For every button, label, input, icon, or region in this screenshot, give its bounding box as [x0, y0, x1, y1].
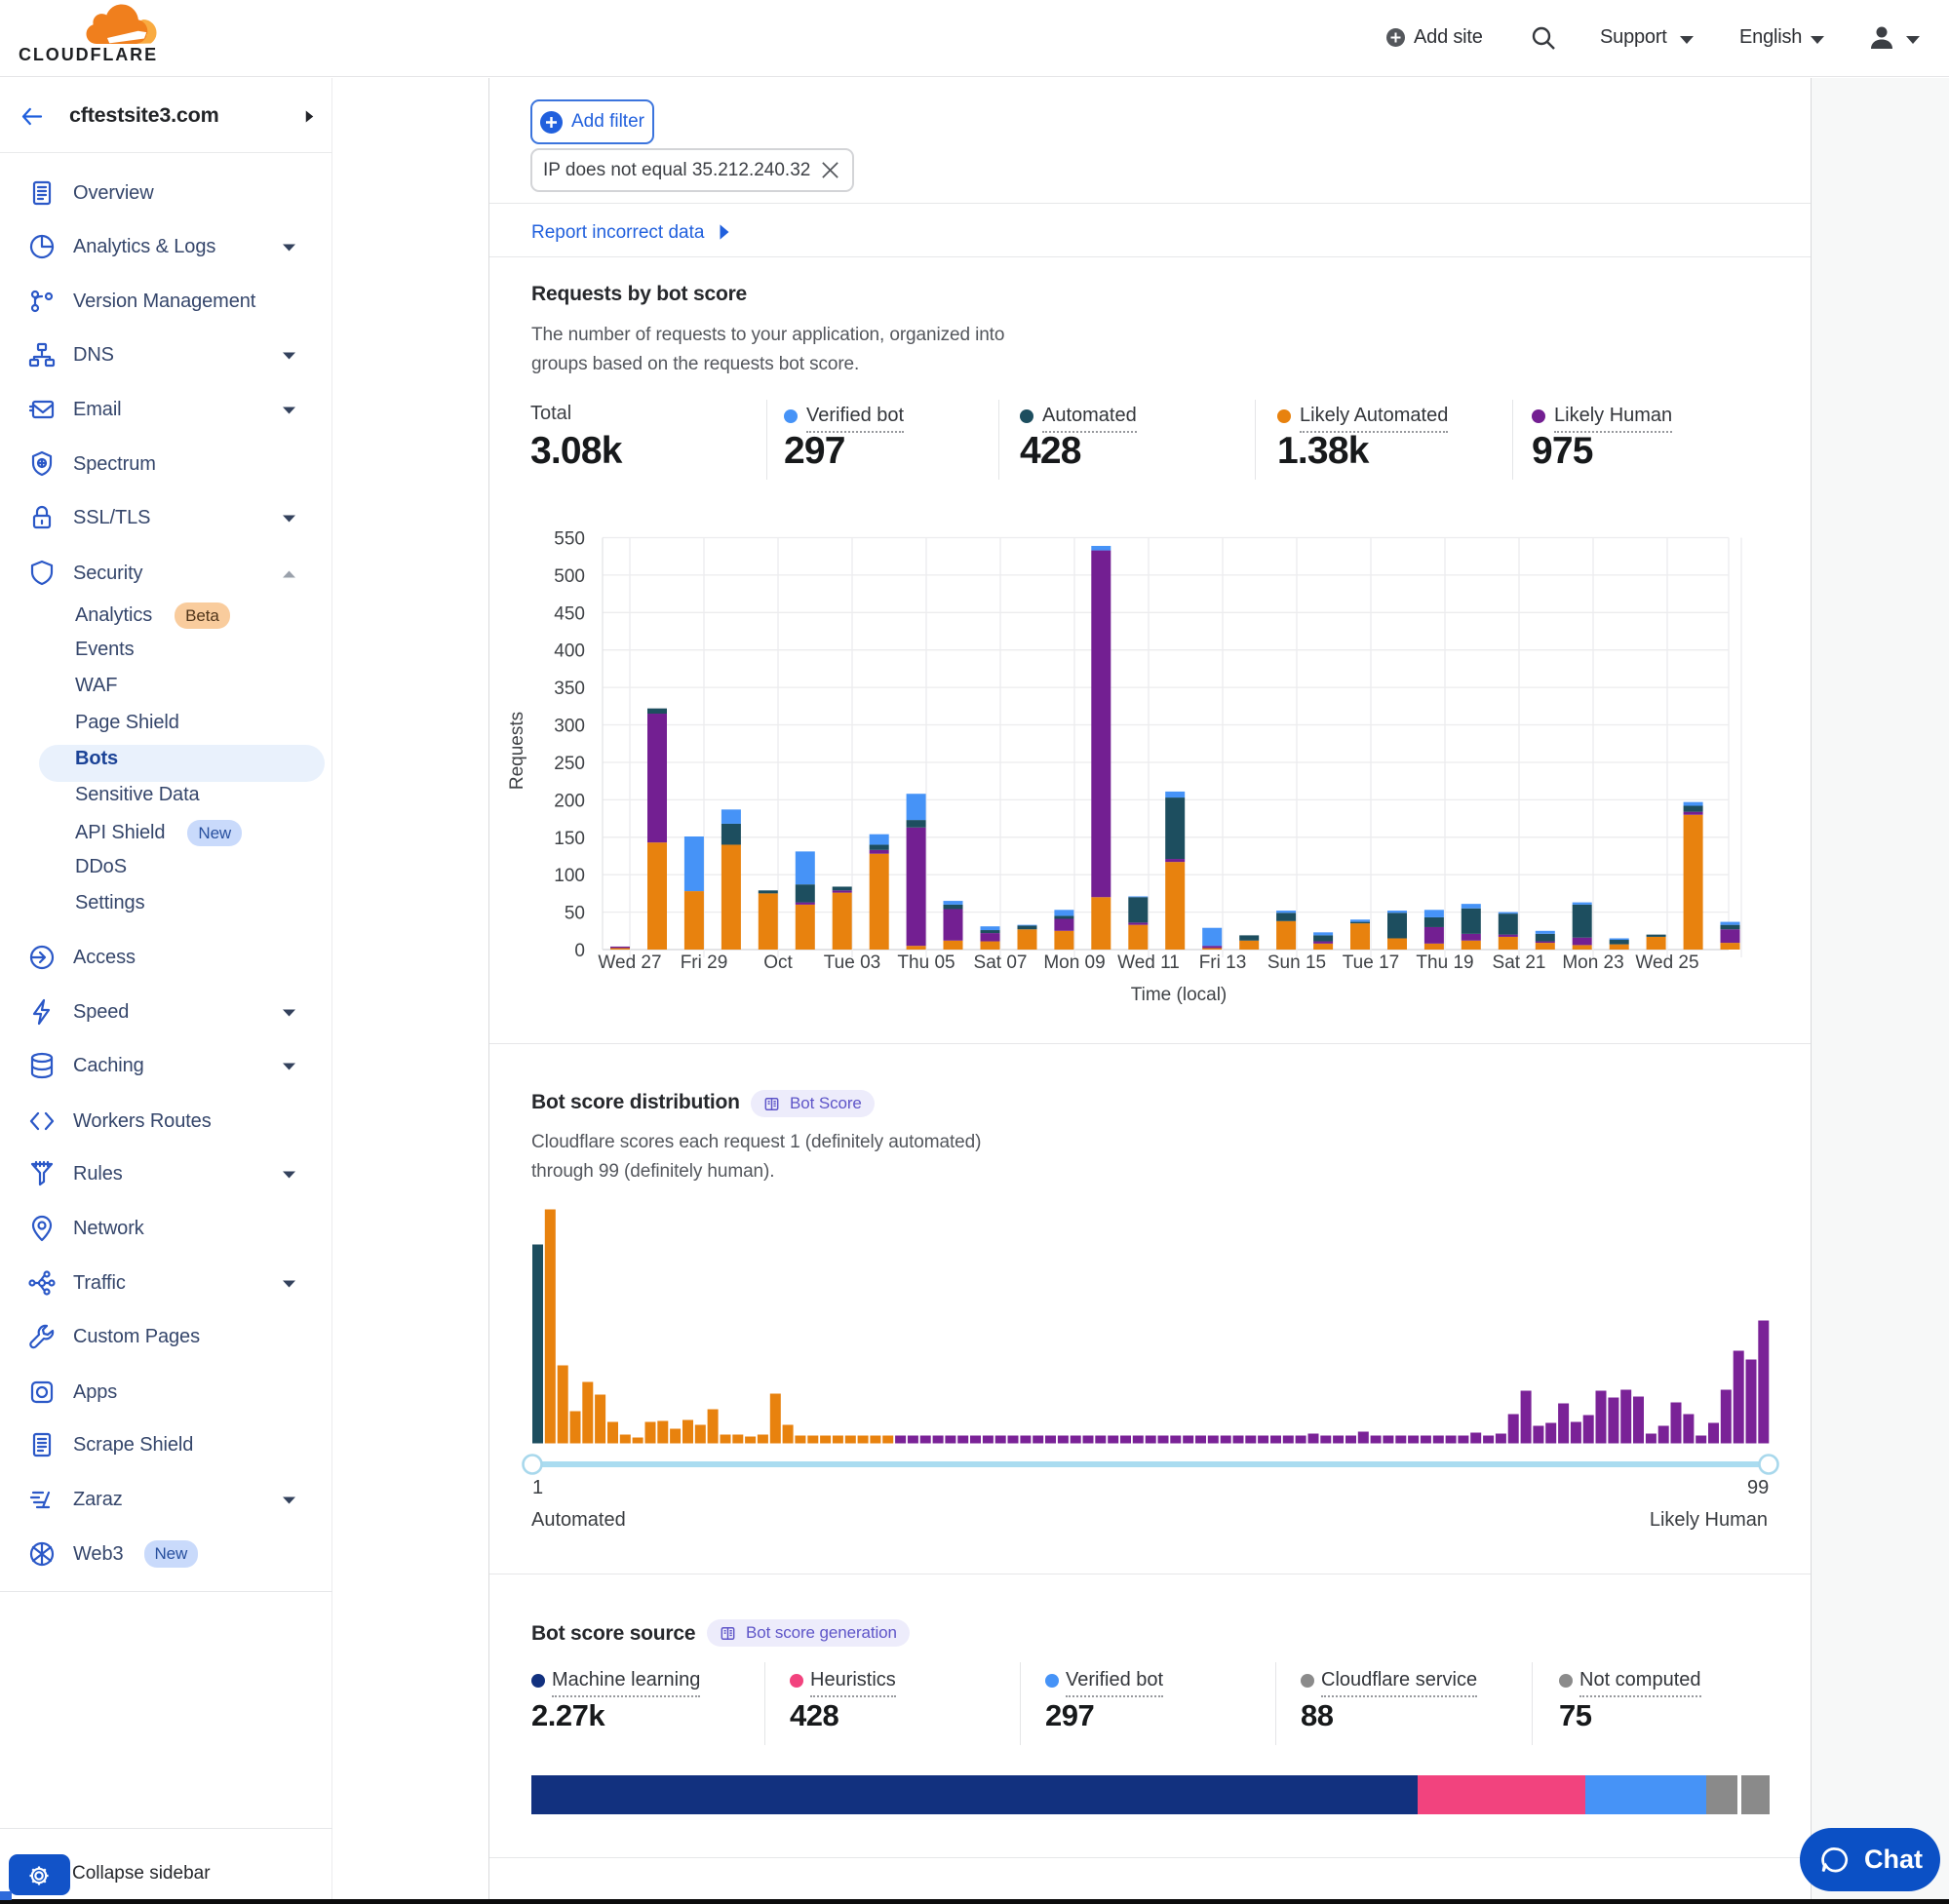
svg-text:Sat 07: Sat 07 [974, 952, 1028, 973]
svg-text:Thu 05: Thu 05 [897, 952, 955, 973]
svg-text:Time (local): Time (local) [1131, 985, 1228, 1005]
svg-text:400: 400 [554, 641, 585, 662]
svg-text:0: 0 [574, 941, 585, 961]
svg-text:500: 500 [554, 566, 585, 587]
svg-text:Wed 11: Wed 11 [1117, 952, 1180, 973]
svg-text:550: 550 [554, 529, 585, 550]
svg-text:Mon 09: Mon 09 [1043, 952, 1105, 973]
svg-text:Sun 15: Sun 15 [1267, 952, 1326, 973]
svg-text:Wed 27: Wed 27 [598, 952, 661, 973]
svg-text:300: 300 [554, 717, 585, 737]
svg-text:350: 350 [554, 679, 585, 699]
svg-text:250: 250 [554, 754, 585, 774]
svg-text:50: 50 [565, 904, 585, 924]
svg-text:Sat 21: Sat 21 [1493, 952, 1546, 973]
svg-text:Fri 13: Fri 13 [1199, 952, 1247, 973]
svg-text:Oct: Oct [763, 952, 793, 973]
svg-text:Thu 19: Thu 19 [1416, 952, 1473, 973]
svg-text:150: 150 [554, 829, 585, 849]
svg-text:Wed 25: Wed 25 [1635, 952, 1698, 973]
svg-text:Requests: Requests [507, 712, 527, 790]
svg-text:100: 100 [554, 866, 585, 886]
svg-text:Tue 17: Tue 17 [1343, 952, 1399, 973]
svg-text:200: 200 [554, 791, 585, 811]
svg-text:Mon 23: Mon 23 [1562, 952, 1623, 973]
svg-text:450: 450 [554, 603, 585, 624]
svg-text:Tue 03: Tue 03 [824, 952, 880, 973]
svg-text:Fri 29: Fri 29 [681, 952, 728, 973]
